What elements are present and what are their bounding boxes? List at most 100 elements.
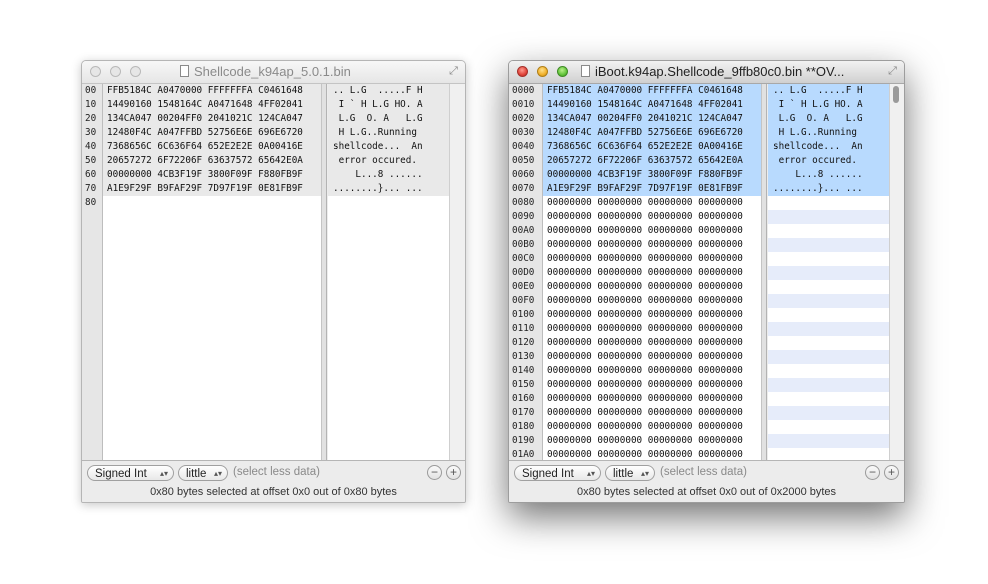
hex-row[interactable]: 00000000 4CB3F19F 3800F09F F880FB9F (543, 168, 761, 182)
ascii-row[interactable]: L.G O. A L.G (768, 112, 889, 126)
hex-editor-window-iboot-shellcode[interactable]: iBoot.k94ap.Shellcode_9ffb80c0.bin **OV.… (508, 60, 905, 503)
hex-data-pane[interactable]: FFB5184C A0470000 FFFFFFFA C0461648 14490… (103, 84, 322, 461)
ascii-row[interactable]: I ` H L.G HO. A (768, 98, 889, 112)
minimize-button[interactable] (110, 66, 121, 77)
hex-row[interactable]: 00000000 00000000 00000000 00000000 (543, 294, 761, 308)
title-bar[interactable]: Shellcode_k94ap_5.0.1.bin ⤢ (82, 61, 465, 84)
ascii-row[interactable] (768, 378, 889, 392)
pane-divider[interactable] (322, 84, 327, 461)
hex-row[interactable]: 00000000 4CB3F19F 3800F09F F880FB9F (103, 168, 321, 182)
close-button[interactable] (517, 66, 528, 77)
ascii-data-pane[interactable]: .. L.G .....F H I ` H L.G HO. A L.G O. A… (328, 84, 449, 461)
ascii-row[interactable] (768, 308, 889, 322)
hex-row[interactable]: 00000000 00000000 00000000 00000000 (543, 420, 761, 434)
zoom-button[interactable] (130, 66, 141, 77)
ascii-row[interactable]: L...8 ...... (328, 168, 449, 182)
ascii-row[interactable]: I ` H L.G HO. A (328, 98, 449, 112)
ascii-row[interactable] (768, 238, 889, 252)
hex-row[interactable]: 00000000 00000000 00000000 00000000 (543, 350, 761, 364)
hex-row[interactable]: 00000000 00000000 00000000 00000000 (543, 364, 761, 378)
ascii-row[interactable]: shellcode... An (328, 140, 449, 154)
hex-row[interactable]: 00000000 00000000 00000000 00000000 (543, 280, 761, 294)
hex-row[interactable]: 7368656C 6C636F64 652E2E2E 0A00416E (543, 140, 761, 154)
hex-row[interactable]: 00000000 00000000 00000000 00000000 (543, 266, 761, 280)
hex-row[interactable]: 00000000 00000000 00000000 00000000 (543, 196, 761, 210)
hex-row[interactable]: 14490160 1548164C A0471648 4FF02041 (543, 98, 761, 112)
ascii-row[interactable]: .. L.G .....F H (768, 84, 889, 98)
hex-row[interactable]: 00000000 00000000 00000000 00000000 (543, 224, 761, 238)
ascii-row[interactable] (768, 350, 889, 364)
hex-row[interactable]: FFB5184C A0470000 FFFFFFFA C0461648 (103, 84, 321, 98)
ascii-row[interactable]: error occured. (768, 154, 889, 168)
hex-data-pane[interactable]: FFB5184C A0470000 FFFFFFFA C0461648 14490… (543, 84, 762, 461)
ascii-row[interactable] (768, 434, 889, 448)
hex-row[interactable]: 00000000 00000000 00000000 00000000 (543, 210, 761, 224)
offset-label: 00C0 (512, 253, 535, 264)
ascii-row[interactable] (768, 392, 889, 406)
vertical-scrollbar[interactable] (889, 84, 904, 461)
add-inspector-button[interactable]: + (446, 465, 461, 480)
ascii-row[interactable]: error occured. (328, 154, 449, 168)
hex-row[interactable]: 12480F4C A047FFBD 52756E6E 696E6720 (103, 126, 321, 140)
vertical-scrollbar[interactable] (449, 84, 465, 461)
hex-row[interactable]: 00000000 00000000 00000000 00000000 (543, 406, 761, 420)
fullscreen-icon[interactable]: ⤢ (886, 65, 899, 78)
hex-row[interactable]: 00000000 00000000 00000000 00000000 (543, 378, 761, 392)
hex-editor-window-shellcode-5-0-1[interactable]: Shellcode_k94ap_5.0.1.bin ⤢ 00 10 20 30 40 50… (81, 60, 466, 503)
zoom-button[interactable] (557, 66, 568, 77)
hex-row[interactable]: A1E9F29F B9FAF29F 7D97F19F 0E81FB9F (103, 182, 321, 196)
add-inspector-button[interactable]: + (884, 465, 899, 480)
remove-inspector-button[interactable]: − (427, 465, 442, 480)
ascii-row[interactable] (768, 336, 889, 350)
ascii-row[interactable] (768, 252, 889, 266)
ascii-row[interactable] (768, 322, 889, 336)
ascii-row[interactable]: ........}... ... (328, 182, 449, 196)
remove-inspector-button[interactable]: − (865, 465, 880, 480)
close-button[interactable] (90, 66, 101, 77)
hex-row[interactable]: 00000000 00000000 00000000 00000000 (543, 252, 761, 266)
ascii-row[interactable]: .. L.G .....F H (328, 84, 449, 98)
hex-row[interactable]: 00000000 00000000 00000000 00000000 (543, 308, 761, 322)
ascii-row[interactable]: H L.G..Running (328, 126, 449, 140)
hex-row[interactable]: 00000000 00000000 00000000 00000000 (543, 336, 761, 350)
hex-row[interactable]: 00000000 00000000 00000000 00000000 (543, 392, 761, 406)
pane-divider[interactable] (762, 84, 767, 461)
ascii-row[interactable]: L.G O. A L.G (328, 112, 449, 126)
ascii-row[interactable] (768, 280, 889, 294)
endianness-select[interactable]: little ▴▾ (178, 465, 228, 481)
hex-row[interactable]: 00000000 00000000 00000000 00000000 (543, 434, 761, 448)
ascii-row[interactable] (768, 364, 889, 378)
fullscreen-icon[interactable]: ⤢ (447, 65, 460, 78)
data-type-select[interactable]: Signed Int ▴▾ (87, 465, 174, 481)
hex-row[interactable]: 00000000 00000000 00000000 00000000 (543, 322, 761, 336)
ascii-row[interactable] (768, 266, 889, 280)
ascii-row[interactable] (768, 196, 889, 210)
ascii-row[interactable] (768, 420, 889, 434)
ascii-row[interactable]: L...8 ...... (768, 168, 889, 182)
ascii-row[interactable]: ........}... ... (768, 182, 889, 196)
hex-row[interactable]: 14490160 1548164C A0471648 4FF02041 (103, 98, 321, 112)
hex-row[interactable]: A1E9F29F B9FAF29F 7D97F19F 0E81FB9F (543, 182, 761, 196)
title-bar[interactable]: iBoot.k94ap.Shellcode_9ffb80c0.bin **OV.… (509, 61, 904, 84)
endianness-select[interactable]: little ▴▾ (605, 465, 655, 481)
ascii-row[interactable]: H L.G..Running (768, 126, 889, 140)
hex-row[interactable]: 134CA047 00204FF0 2041021C 124CA047 (103, 112, 321, 126)
hex-row[interactable]: 12480F4C A047FFBD 52756E6E 696E6720 (543, 126, 761, 140)
hex-row[interactable]: 134CA047 00204FF0 2041021C 124CA047 (543, 112, 761, 126)
hex-row[interactable]: 00000000 00000000 00000000 00000000 (543, 238, 761, 252)
ascii-row[interactable] (768, 294, 889, 308)
inspector-bar: Signed Int ▴▾ little ▴▾ (select less data)… (509, 460, 904, 502)
offset-label: 70 (85, 183, 97, 194)
hex-row[interactable]: 20657272 6F72206F 63637572 65642E0A (543, 154, 761, 168)
scrollbar-thumb[interactable] (893, 86, 899, 103)
ascii-row[interactable] (768, 210, 889, 224)
hex-row[interactable]: 20657272 6F72206F 63637572 65642E0A (103, 154, 321, 168)
data-type-select[interactable]: Signed Int ▴▾ (514, 465, 601, 481)
ascii-row[interactable] (768, 224, 889, 238)
ascii-row[interactable]: shellcode... An (768, 140, 889, 154)
ascii-data-pane[interactable]: .. L.G .....F H I ` H L.G HO. A L.G O. A… (768, 84, 889, 461)
hex-row[interactable]: FFB5184C A0470000 FFFFFFFA C0461648 (543, 84, 761, 98)
hex-row[interactable]: 7368656C 6C636F64 652E2E2E 0A00416E (103, 140, 321, 154)
ascii-row[interactable] (768, 406, 889, 420)
minimize-button[interactable] (537, 66, 548, 77)
